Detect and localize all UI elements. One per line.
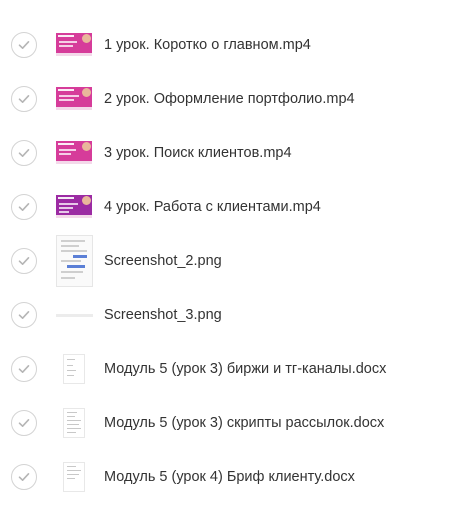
file-name[interactable]: Screenshot_3.png <box>104 306 222 324</box>
checkmark-icon <box>18 365 30 373</box>
video-thumbnail <box>56 141 92 164</box>
document-thumbnail <box>63 462 85 492</box>
document-thumbnail <box>63 354 85 384</box>
image-thumbnail <box>56 235 93 287</box>
file-row[interactable]: Screenshot_3.png <box>0 288 465 342</box>
image-thumbnail <box>56 314 93 317</box>
checkmark-icon <box>18 95 30 103</box>
checkmark-icon <box>18 149 30 157</box>
checkbox[interactable] <box>11 248 37 274</box>
checkbox[interactable] <box>11 140 37 166</box>
checkmark-icon <box>18 311 30 319</box>
checkbox[interactable] <box>11 410 37 436</box>
file-name[interactable]: Модуль 5 (урок 3) биржи и тг-каналы.docx <box>104 360 386 378</box>
checkmark-icon <box>18 41 30 49</box>
file-row[interactable]: 3 урок. Поиск клиентов.mp4 <box>0 126 465 180</box>
checkbox[interactable] <box>11 464 37 490</box>
file-row[interactable]: Модуль 5 (урок 4) Бриф клиенту.docx <box>0 450 465 504</box>
checkbox[interactable] <box>11 302 37 328</box>
file-name[interactable]: Модуль 5 (урок 3) скрипты рассылок.docx <box>104 414 384 432</box>
checkbox[interactable] <box>11 356 37 382</box>
file-name[interactable]: 1 урок. Коротко о главном.mp4 <box>104 36 311 54</box>
video-thumbnail <box>56 87 92 110</box>
file-row[interactable]: Модуль 5 (урок 3) скрипты рассылок.docx <box>0 396 465 450</box>
checkbox[interactable] <box>11 86 37 112</box>
checkmark-icon <box>18 473 30 481</box>
checkmark-icon <box>18 203 30 211</box>
file-name[interactable]: 4 урок. Работа с клиентами.mp4 <box>104 198 321 216</box>
file-name[interactable]: 2 урок. Оформление портфолио.mp4 <box>104 90 355 108</box>
file-name[interactable]: 3 урок. Поиск клиентов.mp4 <box>104 144 292 162</box>
video-thumbnail <box>56 33 92 56</box>
file-row[interactable]: Модуль 5 (урок 3) биржи и тг-каналы.docx <box>0 342 465 396</box>
video-thumbnail <box>56 195 92 218</box>
file-row[interactable]: 1 урок. Коротко о главном.mp4 <box>0 18 465 72</box>
document-thumbnail <box>63 408 85 438</box>
checkbox[interactable] <box>11 32 37 58</box>
checkmark-icon <box>18 419 30 427</box>
file-name[interactable]: Модуль 5 (урок 4) Бриф клиенту.docx <box>104 468 355 486</box>
file-row[interactable]: 2 урок. Оформление портфолио.mp4 <box>0 72 465 126</box>
file-row[interactable]: 4 урок. Работа с клиентами.mp4 <box>0 180 465 234</box>
checkbox[interactable] <box>11 194 37 220</box>
checkmark-icon <box>18 257 30 265</box>
file-row[interactable]: Screenshot_2.png <box>0 234 465 288</box>
file-name[interactable]: Screenshot_2.png <box>104 252 222 270</box>
